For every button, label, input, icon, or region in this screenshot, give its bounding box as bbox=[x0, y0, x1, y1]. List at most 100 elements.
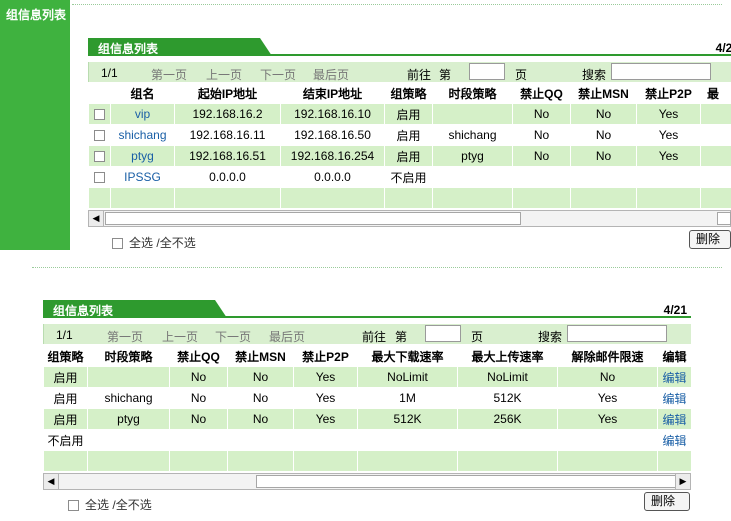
group-name-link[interactable]: vip bbox=[135, 107, 150, 121]
pager: 1/1 第一页 上一页 下一页 最后页 前往 第 页 搜索 bbox=[88, 62, 731, 82]
delete-button[interactable]: 删除 bbox=[689, 230, 731, 249]
first-page-link[interactable]: 第一页 bbox=[151, 66, 187, 83]
select-all-label: 全选 bbox=[129, 236, 154, 250]
search-input[interactable] bbox=[611, 63, 711, 80]
end-ip: 0.0.0.0 bbox=[280, 166, 385, 188]
row-checkbox[interactable] bbox=[94, 109, 105, 121]
table-row: 启用 ptyg No No Yes 512K 256K Yes 编辑 bbox=[43, 408, 692, 430]
page-prefix-label: 第 bbox=[395, 330, 408, 344]
select-all-checkbox[interactable] bbox=[112, 238, 123, 250]
block-p2p: Yes bbox=[636, 124, 701, 146]
select-all-checkbox[interactable] bbox=[68, 500, 79, 512]
prev-page-link[interactable]: 上一页 bbox=[162, 328, 198, 345]
column-header: 时段策略 bbox=[432, 82, 513, 104]
table-row bbox=[88, 187, 731, 209]
select-none-label[interactable]: /全不选 bbox=[112, 498, 151, 512]
sidebar-title: 组信息列表 bbox=[6, 8, 67, 22]
column-header: 组策略 bbox=[384, 82, 433, 104]
end-ip: 192.168.16.254 bbox=[280, 145, 385, 167]
row-checkbox[interactable] bbox=[94, 151, 105, 163]
horizontal-scrollbar[interactable]: ◀ ▶ bbox=[43, 473, 691, 490]
scroll-right-icon[interactable]: ▶ bbox=[675, 474, 690, 489]
time-policy: shichang bbox=[432, 124, 513, 146]
row-checkbox[interactable] bbox=[94, 130, 105, 142]
column-header: 禁止MSN bbox=[570, 82, 637, 104]
group-policy: 启用 bbox=[384, 124, 433, 146]
max-download-rate: 1M bbox=[357, 387, 458, 409]
edit-link[interactable]: 编辑 bbox=[662, 371, 686, 385]
prev-page-link[interactable]: 上一页 bbox=[206, 66, 242, 83]
scroll-left-icon[interactable]: ◀ bbox=[89, 211, 104, 226]
first-page-link[interactable]: 第一页 bbox=[107, 328, 143, 345]
column-header: 组策略 bbox=[43, 345, 88, 367]
goto-label: 前往 bbox=[407, 68, 432, 82]
block-qq: No bbox=[169, 408, 228, 430]
search-input[interactable] bbox=[567, 325, 667, 342]
edit-link[interactable]: 编辑 bbox=[662, 434, 686, 448]
page-prefix-label: 第 bbox=[439, 68, 452, 82]
start-ip: 192.168.16.11 bbox=[174, 124, 281, 146]
scrollbar-thumb-end[interactable] bbox=[717, 212, 731, 225]
block-p2p: Yes bbox=[293, 366, 358, 388]
scrollbar-thumb[interactable] bbox=[105, 212, 521, 225]
start-ip: 0.0.0.0 bbox=[174, 166, 281, 188]
table-row bbox=[43, 450, 692, 472]
max-upload-rate: 256K bbox=[457, 408, 558, 430]
mail-limit-release bbox=[557, 429, 658, 451]
max-download-rate bbox=[357, 429, 458, 451]
column-header: 禁止P2P bbox=[636, 82, 701, 104]
last-page-link[interactable]: 最后页 bbox=[313, 66, 349, 83]
sidebar: 组信息列表 bbox=[0, 0, 70, 250]
group-name-link[interactable]: ptyg bbox=[131, 149, 154, 163]
scrollbar-thumb[interactable] bbox=[256, 475, 676, 488]
table-row: ptyg 192.168.16.51 192.168.16.254 启用 pty… bbox=[88, 145, 731, 167]
group-name-link[interactable]: IPSSG bbox=[124, 170, 161, 184]
page-number-input[interactable] bbox=[469, 63, 505, 80]
time-policy: ptyg bbox=[87, 408, 170, 430]
mail-limit-release: Yes bbox=[557, 408, 658, 430]
block-msn bbox=[227, 429, 294, 451]
next-page-link[interactable]: 下一页 bbox=[215, 328, 251, 345]
block-msn bbox=[570, 166, 637, 188]
start-ip: 192.168.16.2 bbox=[174, 103, 281, 125]
last-page-link[interactable]: 最后页 bbox=[269, 328, 305, 345]
page-number-input[interactable] bbox=[425, 325, 461, 342]
edit-link[interactable]: 编辑 bbox=[662, 413, 686, 427]
max-upload-rate bbox=[457, 429, 558, 451]
column-header: 时段策略 bbox=[87, 345, 170, 367]
group-name-link[interactable]: shichang bbox=[118, 128, 166, 142]
column-header: 起始IP地址 bbox=[174, 82, 281, 104]
max-download-rate: 512K bbox=[357, 408, 458, 430]
column-header: 解除邮件限速 bbox=[557, 345, 658, 367]
table-header-row: 组名 起始IP地址 结束IP地址 组策略 时段策略 禁止QQ 禁止MSN 禁止P… bbox=[88, 82, 731, 104]
record-count: 4/21 bbox=[663, 303, 687, 317]
group-policy: 启用 bbox=[384, 145, 433, 167]
select-all-row: 全选 /全不选 bbox=[112, 234, 196, 251]
block-qq bbox=[169, 429, 228, 451]
block-msn: No bbox=[570, 103, 637, 125]
block-qq: No bbox=[512, 103, 571, 125]
time-policy: ptyg bbox=[432, 145, 513, 167]
horizontal-scrollbar[interactable]: ◀ bbox=[88, 210, 731, 227]
select-none-label[interactable]: /全不选 bbox=[156, 236, 195, 250]
page-suffix-label: 页 bbox=[515, 68, 528, 82]
block-msn: No bbox=[227, 366, 294, 388]
scroll-left-icon[interactable]: ◀ bbox=[44, 474, 59, 489]
edit-link[interactable]: 编辑 bbox=[662, 392, 686, 406]
block-msn: No bbox=[570, 145, 637, 167]
table-row: vip 192.168.16.2 192.168.16.10 启用 No No … bbox=[88, 103, 731, 125]
mail-limit-release: Yes bbox=[557, 387, 658, 409]
column-header: 组名 bbox=[110, 82, 175, 104]
max-download-rate: NoLimit bbox=[357, 366, 458, 388]
row-checkbox[interactable] bbox=[94, 172, 105, 184]
block-p2p: Yes bbox=[293, 408, 358, 430]
block-p2p: Yes bbox=[293, 387, 358, 409]
group-policy: 启用 bbox=[43, 366, 88, 388]
max-upload-rate: NoLimit bbox=[457, 366, 558, 388]
next-page-link[interactable]: 下一页 bbox=[260, 66, 296, 83]
column-header: 最大下载速率 bbox=[357, 345, 458, 367]
page-suffix-label: 页 bbox=[471, 330, 484, 344]
column-header: 禁止QQ bbox=[169, 345, 228, 367]
delete-button[interactable]: 删除 bbox=[644, 492, 690, 511]
group-table-1: 组名 起始IP地址 结束IP地址 组策略 时段策略 禁止QQ 禁止MSN 禁止P… bbox=[88, 82, 731, 209]
